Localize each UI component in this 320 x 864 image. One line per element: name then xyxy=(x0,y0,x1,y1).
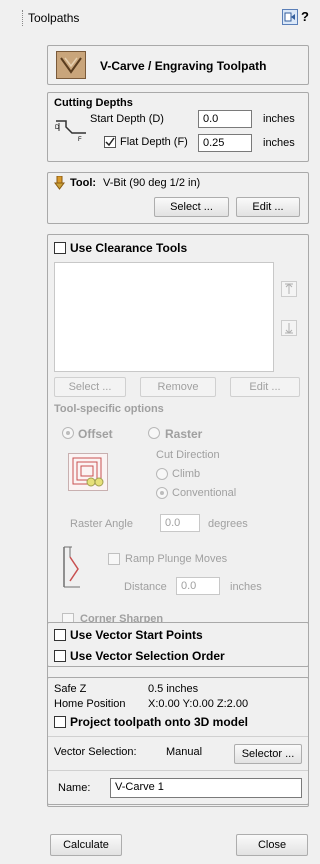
ramp-diagram-icon xyxy=(60,545,84,589)
calculate-button[interactable]: Calculate xyxy=(50,834,122,856)
ramp-plunge-label: Ramp Plunge Moves xyxy=(125,553,228,565)
distance-label: Distance xyxy=(124,581,167,593)
panel-title: Toolpaths xyxy=(28,11,80,25)
offset-radio[interactable] xyxy=(62,427,74,439)
raster-angle-input[interactable]: 0.0 xyxy=(160,514,200,532)
close-button[interactable]: Close xyxy=(236,834,308,856)
move-up-icon[interactable] xyxy=(281,281,297,297)
offset-pattern-icon xyxy=(68,453,108,491)
vector-selection-order-label: Use Vector Selection Order xyxy=(70,649,225,663)
tool-specific-options-heading: Tool-specific options xyxy=(54,403,164,415)
ramp-plunge-checkbox[interactable] xyxy=(108,553,120,565)
project-toolpath-label: Project toolpath onto 3D model xyxy=(70,715,249,729)
vector-start-points-label: Use Vector Start Points xyxy=(70,628,203,642)
use-clearance-tools-checkbox[interactable] xyxy=(54,242,66,254)
vcarve-icon xyxy=(56,51,86,79)
conventional-label: Conventional xyxy=(172,487,237,499)
start-depth-label: Start Depth (D) xyxy=(90,113,164,125)
vector-selection-value: Manual xyxy=(166,746,203,758)
tool-select-button[interactable]: Select ... xyxy=(154,197,229,217)
clearance-tools-list[interactable] xyxy=(54,262,274,372)
cut-direction-label: Cut Direction xyxy=(156,449,220,461)
vector-options-section: Use Vector Start Points Use Vector Selec… xyxy=(47,622,309,667)
raster-angle-label: Raster Angle xyxy=(70,518,133,530)
start-depth-input[interactable]: 0.0 xyxy=(198,110,252,128)
safe-z-label: Safe Z xyxy=(54,683,87,695)
info-section: Safe Z 0.5 inches Home Position X:0.00 Y… xyxy=(47,677,309,805)
tool-value: V-Bit (90 deg 1/2 in) xyxy=(103,177,201,189)
selector-button[interactable]: Selector ... xyxy=(234,744,302,764)
name-input[interactable]: V-Carve 1 xyxy=(110,778,302,798)
start-depth-unit: inches xyxy=(263,113,295,125)
flat-depth-input[interactable]: 0.25 xyxy=(198,134,252,152)
toolpath-type-banner: V-Carve / Engraving Toolpath xyxy=(47,45,309,85)
move-down-icon[interactable] xyxy=(281,320,297,336)
clearance-edit-button[interactable]: Edit ... xyxy=(230,377,300,397)
tool-edit-button[interactable]: Edit ... xyxy=(236,197,300,217)
pin-icon[interactable] xyxy=(282,9,298,25)
distance-unit: inches xyxy=(230,581,262,593)
cutting-depths-section: Cutting Depths D F Start Depth (D) 0.0 i… xyxy=(47,92,309,162)
vector-selection-order-checkbox[interactable] xyxy=(54,650,66,662)
offset-label: Offset xyxy=(78,427,113,441)
vector-start-points-checkbox[interactable] xyxy=(54,629,66,641)
info-divider-2 xyxy=(48,770,308,771)
help-icon[interactable]: ? xyxy=(301,9,309,24)
project-toolpath-checkbox[interactable] xyxy=(54,716,66,728)
name-label: Name: xyxy=(58,782,91,794)
raster-radio[interactable] xyxy=(148,427,160,439)
flat-depth-label: Flat Depth (F) xyxy=(120,136,188,148)
home-position-value: X:0.00 Y:0.00 Z:2.00 xyxy=(148,698,249,710)
distance-input[interactable]: 0.0 xyxy=(176,577,220,595)
raster-angle-unit: degrees xyxy=(208,518,248,530)
flat-depth-checkbox[interactable] xyxy=(104,136,116,148)
vector-selection-label: Vector Selection: xyxy=(54,746,137,758)
tool-section: Tool: V-Bit (90 deg 1/2 in) Select ... E… xyxy=(47,172,309,224)
header-grip xyxy=(22,10,24,26)
climb-label: Climb xyxy=(172,468,201,480)
conventional-radio[interactable] xyxy=(156,487,168,499)
cutting-depths-heading: Cutting Depths xyxy=(54,97,133,109)
tool-icon xyxy=(53,175,67,190)
depth-diagram-icon: D F xyxy=(54,117,88,143)
home-position-label: Home Position xyxy=(54,698,126,710)
toolpath-title: V-Carve / Engraving Toolpath xyxy=(100,59,267,73)
clearance-remove-button[interactable]: Remove xyxy=(140,377,216,397)
info-divider-1 xyxy=(48,736,308,737)
climb-radio[interactable] xyxy=(156,468,168,480)
use-clearance-tools-label: Use Clearance Tools xyxy=(70,241,188,255)
raster-label: Raster xyxy=(165,427,203,441)
svg-text:F: F xyxy=(78,137,82,143)
svg-text:D: D xyxy=(55,125,60,131)
clearance-select-button[interactable]: Select ... xyxy=(54,377,126,397)
tool-label: Tool: xyxy=(70,177,97,189)
safe-z-value: 0.5 inches xyxy=(148,683,199,695)
flat-depth-unit: inches xyxy=(263,137,295,149)
